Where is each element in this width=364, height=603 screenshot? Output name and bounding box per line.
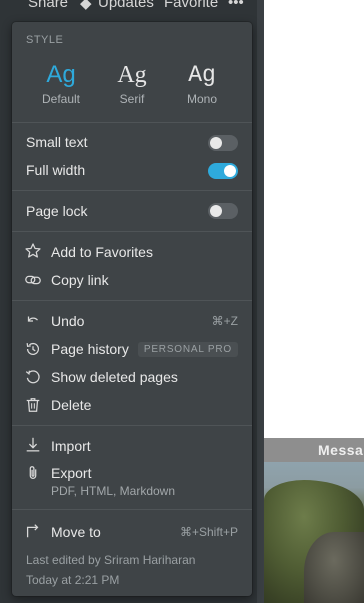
share-button[interactable]: Share bbox=[28, 0, 68, 11]
mac-menu-bar: Messa bbox=[264, 438, 364, 462]
style-mono-option[interactable]: Ag Mono bbox=[167, 60, 237, 106]
last-edited-text: Last edited by Sriram Hariharan bbox=[26, 553, 196, 567]
small-text-label: Small text bbox=[26, 134, 88, 150]
divider bbox=[12, 300, 252, 301]
page-lock-label: Page lock bbox=[26, 203, 88, 219]
mac-app-name[interactable]: Messa bbox=[318, 442, 363, 458]
move-to-shortcut: ⌘+Shift+P bbox=[179, 525, 238, 539]
style-mono-label: Mono bbox=[186, 92, 218, 106]
restore-icon bbox=[24, 368, 42, 386]
style-section-label: STYLE bbox=[26, 34, 64, 46]
style-default-glyph: Ag bbox=[46, 61, 76, 88]
divider bbox=[12, 425, 252, 426]
toggle-knob bbox=[210, 205, 222, 217]
star-icon bbox=[24, 242, 42, 260]
desktop-wallpaper bbox=[264, 462, 364, 603]
scrollbar-track[interactable] bbox=[257, 0, 264, 603]
divider bbox=[12, 190, 252, 191]
wallpaper-rock bbox=[304, 532, 364, 603]
updates-button[interactable]: Updates bbox=[98, 0, 154, 11]
style-mono-glyph: Ag bbox=[188, 62, 216, 88]
link-icon bbox=[24, 271, 42, 289]
move-to-arrow-icon bbox=[24, 522, 42, 540]
page-history-item[interactable]: Page history bbox=[51, 341, 129, 357]
add-to-favorites-item[interactable]: Add to Favorites bbox=[51, 244, 153, 260]
delete-item[interactable]: Delete bbox=[51, 397, 91, 413]
page-options-menu: STYLE Ag Default Ag Serif Ag Mono Small … bbox=[12, 22, 252, 596]
page-content-area bbox=[264, 0, 364, 438]
small-text-toggle[interactable] bbox=[208, 135, 238, 151]
style-serif-label: Serif bbox=[119, 92, 145, 106]
last-edited-time: Today at 2:21 PM bbox=[26, 573, 120, 587]
style-default-option[interactable]: Ag Default bbox=[26, 60, 96, 106]
full-width-toggle[interactable] bbox=[208, 163, 238, 179]
divider bbox=[12, 122, 252, 123]
divider bbox=[12, 231, 252, 232]
import-item[interactable]: Import bbox=[51, 438, 91, 454]
import-icon bbox=[24, 436, 42, 454]
toggle-knob bbox=[224, 165, 236, 177]
divider bbox=[12, 509, 252, 510]
style-default-label: Default bbox=[41, 92, 81, 106]
more-button[interactable]: ••• bbox=[228, 0, 244, 11]
paperclip-icon bbox=[24, 464, 42, 482]
export-formats: PDF, HTML, Markdown bbox=[51, 484, 176, 498]
updates-icon[interactable]: ◆ bbox=[80, 0, 92, 12]
personal-pro-badge: PERSONAL PRO bbox=[137, 342, 238, 357]
copy-link-item[interactable]: Copy link bbox=[51, 272, 109, 288]
toggle-knob bbox=[210, 137, 222, 149]
favorite-button[interactable]: Favorite bbox=[164, 0, 218, 11]
export-item[interactable]: Export bbox=[51, 465, 91, 481]
top-bar: Share ◆ Updates Favorite ••• bbox=[0, 0, 264, 18]
move-to-item[interactable]: Move to bbox=[51, 524, 101, 540]
history-icon bbox=[24, 340, 42, 358]
style-serif-glyph: Ag bbox=[117, 62, 147, 88]
style-serif-option[interactable]: Ag Serif bbox=[97, 60, 167, 106]
page-lock-toggle[interactable] bbox=[208, 203, 238, 219]
undo-icon bbox=[24, 312, 42, 330]
trash-icon bbox=[24, 396, 42, 414]
undo-shortcut: ⌘+Z bbox=[211, 314, 238, 328]
undo-item[interactable]: Undo bbox=[51, 313, 84, 329]
full-width-label: Full width bbox=[26, 162, 86, 178]
show-deleted-pages-item[interactable]: Show deleted pages bbox=[51, 369, 178, 385]
